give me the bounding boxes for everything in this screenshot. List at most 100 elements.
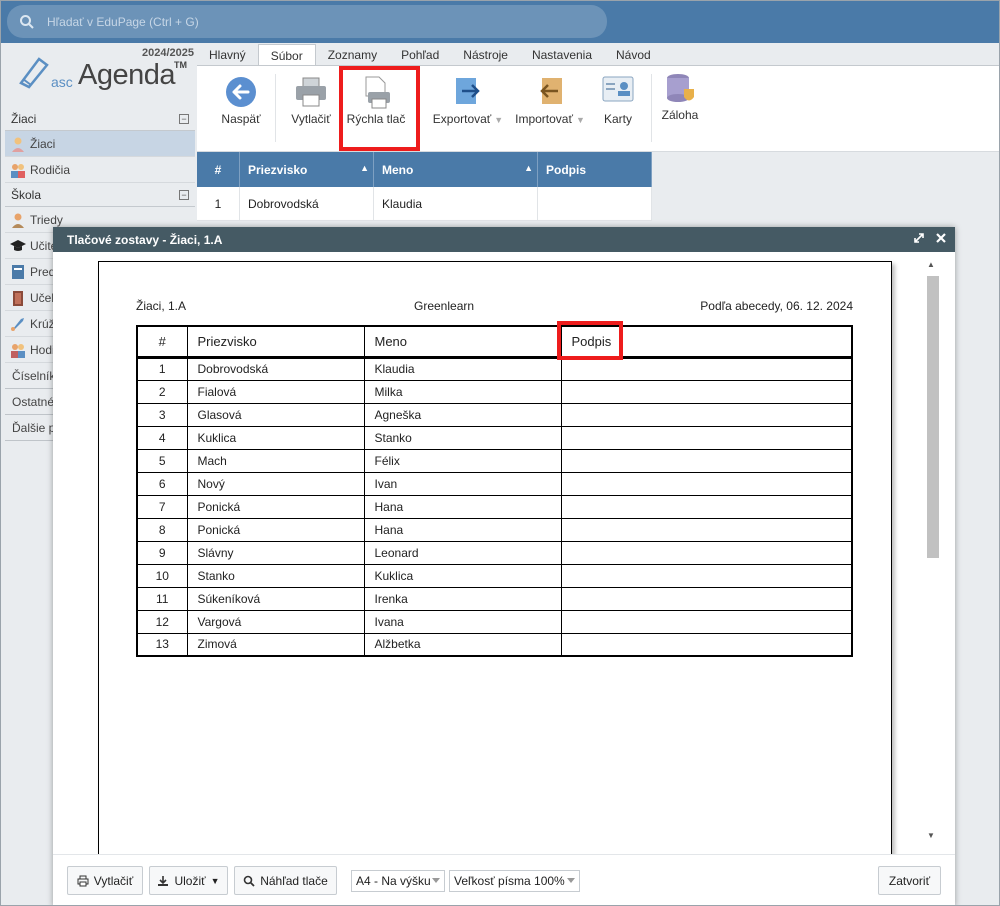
report-col-signature: Podpis xyxy=(561,326,853,359)
report-col-surname: Priezvisko xyxy=(187,326,365,359)
close-icon[interactable] xyxy=(935,232,947,244)
cell-num: 6 xyxy=(137,472,188,496)
scrollbar-thumb[interactable] xyxy=(927,276,939,558)
search-icon xyxy=(20,14,34,29)
logo-agenda: Agenda xyxy=(78,59,176,91)
tab-nastavenia[interactable]: Nastavenia xyxy=(520,44,604,65)
sort-icon[interactable]: ▲ xyxy=(360,163,369,173)
cell-surname: Slávny xyxy=(187,541,365,565)
sidebar-item-ziaci[interactable]: Žiaci xyxy=(5,131,195,157)
tab-subor[interactable]: Súbor xyxy=(257,44,316,65)
search-input[interactable]: Hľadať v EduPage (Ctrl + G) xyxy=(7,5,607,38)
cell-signature xyxy=(561,541,853,565)
footer-print-button[interactable]: Vytlačiť xyxy=(67,866,143,895)
export-button[interactable]: Exportovať ▼ xyxy=(427,66,509,152)
close-button[interactable]: Zatvoriť xyxy=(878,866,941,895)
quick-print-button[interactable]: Rýchla tlač xyxy=(343,66,409,152)
tab-pohlad[interactable]: Pohľad xyxy=(389,44,451,65)
collapse-icon[interactable]: − xyxy=(179,113,189,124)
table-row[interactable]: 1 Dobrovodská Klaudia xyxy=(197,187,652,221)
sidebar-item-label: Číselník xyxy=(12,368,56,383)
school-year[interactable]: 2024/2025 xyxy=(142,47,194,59)
cards-button[interactable]: Karty xyxy=(593,66,643,152)
class-icon xyxy=(10,212,26,228)
cell-surname: Ponická xyxy=(187,518,365,542)
printer-icon xyxy=(77,875,89,886)
footer-preview-button[interactable]: Náhľad tlače xyxy=(234,866,337,895)
sidebar-item-rodicia[interactable]: Rodičia xyxy=(5,157,195,183)
backup-label: Záloha xyxy=(661,108,699,122)
col-header-name[interactable]: Meno ▲ xyxy=(374,152,538,187)
cell-name: Agneška xyxy=(364,403,562,427)
rocket-icon xyxy=(10,316,26,332)
sidebar-section-label: Škola xyxy=(11,187,42,202)
cell-signature xyxy=(561,564,853,588)
sidebar-item-label: Triedy xyxy=(30,212,63,227)
cell-signature xyxy=(561,449,853,473)
cell-name: Klaudia xyxy=(364,357,562,381)
scroll-down-icon[interactable]: ▼ xyxy=(927,831,935,840)
collapse-icon[interactable]: − xyxy=(179,189,189,200)
import-button[interactable]: Importovať ▼ xyxy=(511,66,589,152)
cell-num: 5 xyxy=(137,449,188,473)
preview-scrollbar[interactable]: ▲ ▼ xyxy=(925,258,939,842)
scroll-up-icon[interactable]: ▲ xyxy=(927,260,935,269)
ribbon-tabs: Hlavný Súbor Zoznamy Pohľad Nástroje Nas… xyxy=(197,44,999,66)
footer-print-label: Vytlačiť xyxy=(93,873,134,888)
separator xyxy=(651,74,652,142)
print-preview-area: Žiaci, 1.A Greenlearn Podľa abecedy, 06.… xyxy=(53,252,941,854)
tab-zoznamy[interactable]: Zoznamy xyxy=(316,44,389,65)
cell-name: Stanko xyxy=(364,426,562,450)
report-table: # Priezvisko Meno Podpis 1 Dobrovodská Kla… xyxy=(136,325,853,657)
students-table: # Priezvisko ▲ Meno ▲ Podpis 1 Dobrovodská… xyxy=(197,152,652,221)
back-button[interactable]: Naspäť xyxy=(213,66,269,152)
sort-icon[interactable]: ▲ xyxy=(524,163,533,173)
cell-num: 3 xyxy=(137,403,188,427)
backup-button[interactable]: Záloha xyxy=(655,66,705,152)
paper-format-select[interactable]: A4 - Na výšku xyxy=(351,870,445,892)
cell-num: 2 xyxy=(137,380,188,404)
maximize-icon[interactable] xyxy=(913,232,925,244)
cell-num: 4 xyxy=(137,426,188,450)
table-header: # Priezvisko ▲ Meno ▲ Podpis xyxy=(197,152,652,187)
col-header-num[interactable]: # xyxy=(197,152,240,187)
col-header-surname[interactable]: Priezvisko ▲ xyxy=(240,152,374,187)
cards-label: Karty xyxy=(603,112,632,126)
dialog-title: Tlačové zostavy - Žiaci, 1.A xyxy=(67,232,223,247)
footer-save-button[interactable]: Uložiť ▼ xyxy=(149,866,228,895)
cell-name: Milka xyxy=(364,380,562,404)
sidebar-section-label: Žiaci xyxy=(11,111,37,126)
sidebar-item-label: Pred xyxy=(30,264,56,279)
cell-num: 12 xyxy=(137,610,188,634)
search-icon xyxy=(243,875,255,887)
cell-name: Irenka xyxy=(364,587,562,611)
print-button[interactable]: Vytlačiť xyxy=(283,66,339,152)
sidebar-section-skola[interactable]: Škola − xyxy=(5,183,195,207)
sidebar-item-label: Žiaci xyxy=(30,136,56,151)
paper-format-value: A4 - Na výšku xyxy=(356,874,431,888)
dialog-footer: Vytlačiť Uložiť ▼ Náhľad tlače A4 - Na v… xyxy=(53,854,955,905)
cell-signature xyxy=(561,357,853,381)
printer-icon xyxy=(296,77,326,107)
footer-save-label: Uložiť xyxy=(174,873,206,888)
col-header-signature[interactable]: Podpis xyxy=(538,152,652,187)
report-col-name: Meno xyxy=(364,326,562,359)
tab-navod[interactable]: Návod xyxy=(604,44,663,65)
table-row: 1 Dobrovodská Klaudia xyxy=(137,357,853,381)
sidebar-item-label: Hodi xyxy=(30,342,55,357)
cell-surname: Ponická xyxy=(187,495,365,519)
cell-signature xyxy=(561,426,853,450)
tab-hlavny[interactable]: Hlavný xyxy=(197,44,258,65)
cell-signature xyxy=(561,472,853,496)
separator xyxy=(417,74,418,142)
chevron-down-icon: ▼ xyxy=(210,875,220,886)
cell-signature xyxy=(561,380,853,404)
table-row: 12 Vargová Ivana xyxy=(137,610,853,634)
tab-nastroje[interactable]: Nástroje xyxy=(451,44,520,65)
cell-num: 11 xyxy=(137,587,188,611)
cell-name: Félix xyxy=(364,449,562,473)
font-size-select[interactable]: Veľkosť písma 100% xyxy=(449,870,580,892)
table-row: 5 Mach Félix xyxy=(137,449,853,473)
sidebar-section-ziaci[interactable]: Žiaci − xyxy=(5,107,195,131)
cell-num: 7 xyxy=(137,495,188,519)
